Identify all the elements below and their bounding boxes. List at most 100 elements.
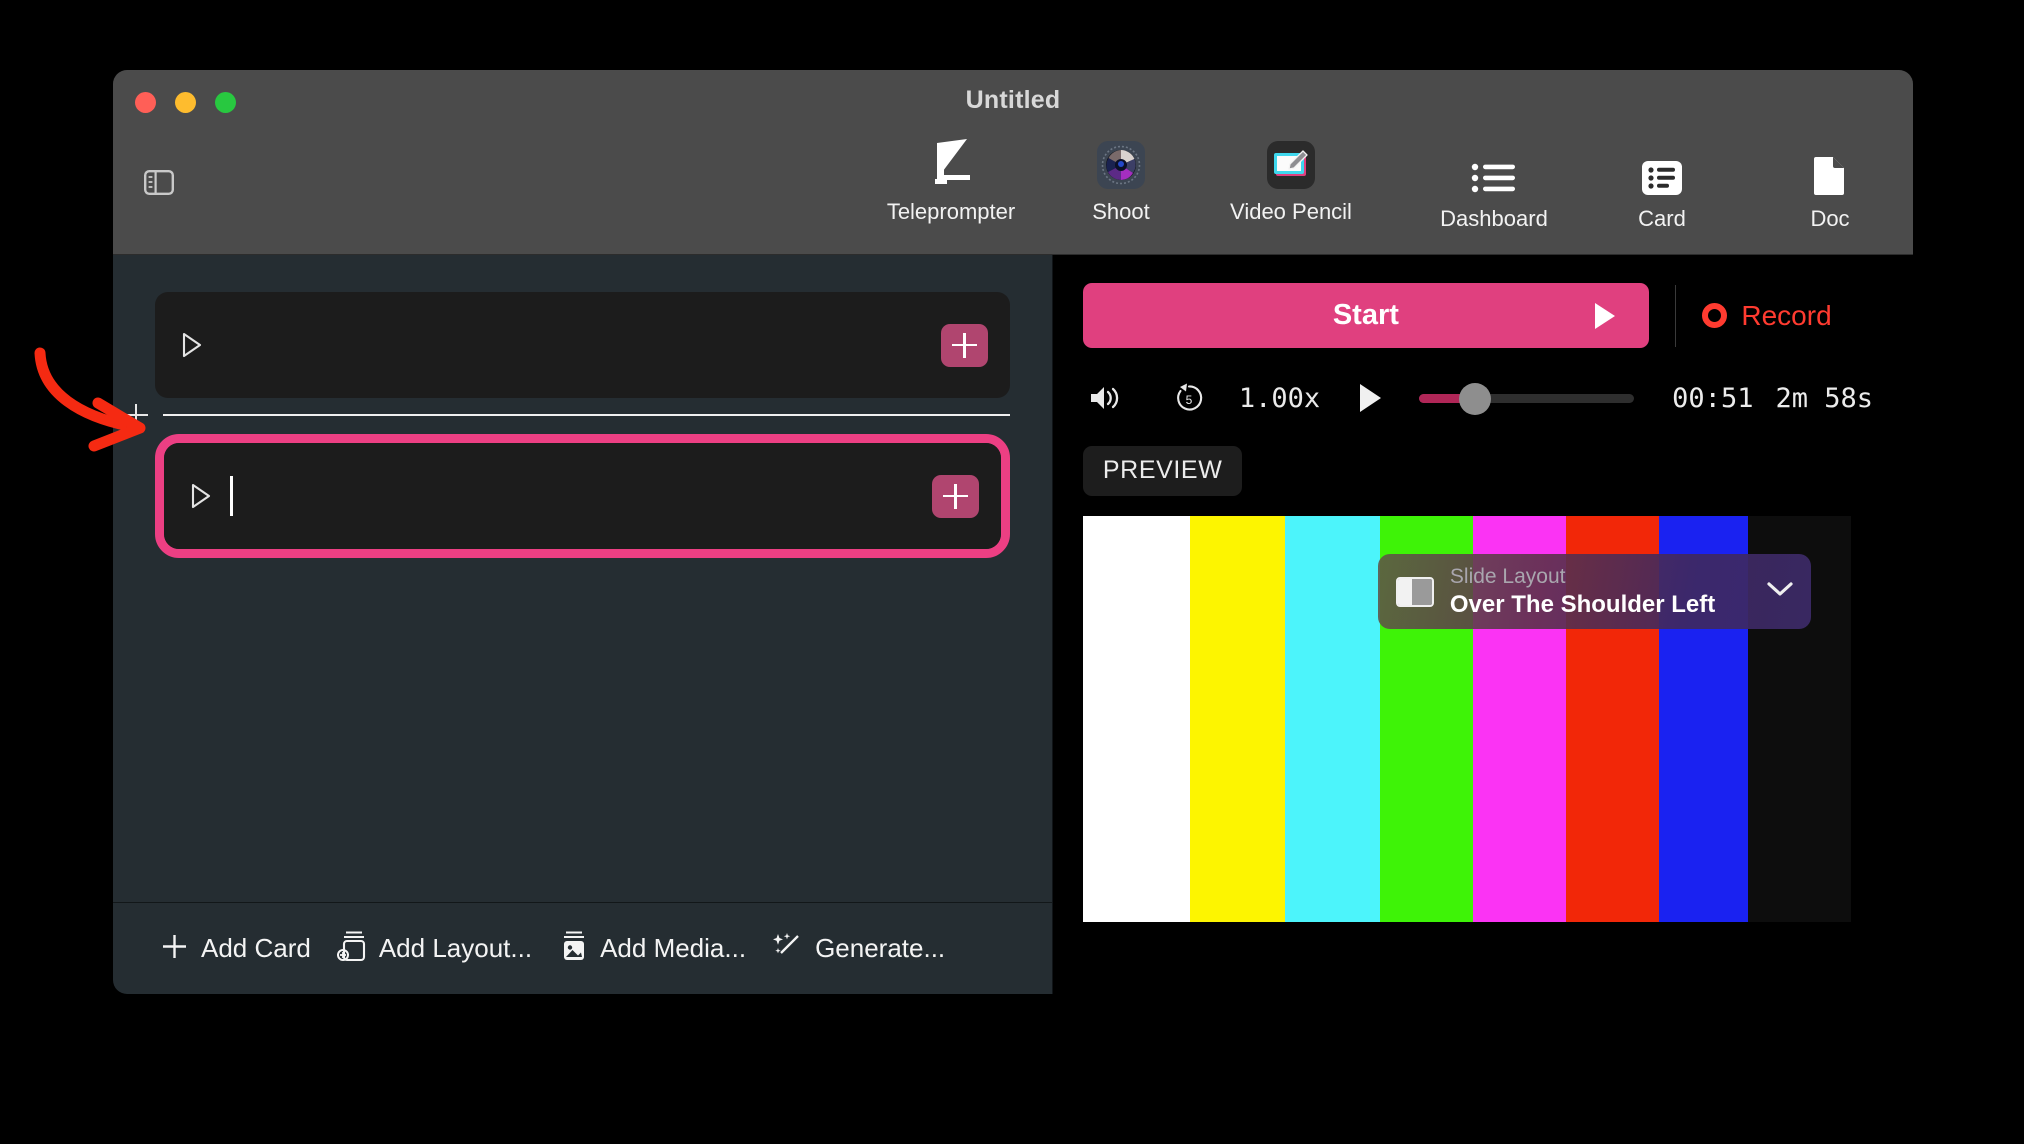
script-card-text[interactable] (221, 321, 941, 369)
record-dot-icon (1702, 303, 1728, 328)
toolbar-right-group: Dashboard Card Doc (1431, 142, 1893, 232)
script-card-text-input[interactable] (230, 472, 932, 520)
teleprompter-glyph (935, 139, 970, 184)
color-bar-yellow (1189, 516, 1285, 922)
record-button-label: Record (1741, 299, 1832, 331)
start-button-label: Start (1332, 299, 1399, 331)
desktop-background: Untitled Teleprompter Shoot Video Pencil… (0, 0, 2024, 1144)
script-card-selected[interactable] (164, 443, 1001, 549)
add-media-glyph (564, 931, 585, 960)
insert-divider-line (163, 413, 1010, 417)
toolbar-item-label: Card (1638, 206, 1686, 231)
camera-lens-icon (1097, 135, 1145, 189)
speaker-wave-glyph (1090, 387, 1119, 409)
card-add-button[interactable] (931, 474, 979, 518)
script-actions-bar: Add Card Add Layout... Add Media... Gene… (113, 902, 1052, 994)
time-elapsed-label: 00:51 (1672, 382, 1754, 414)
sparkle-wand-glyph (773, 933, 799, 954)
teleprompter-icon (923, 135, 979, 189)
add-layout-label: Add Layout... (378, 933, 533, 963)
app-window: Untitled Teleprompter Shoot Video Pencil… (113, 70, 1913, 994)
text-caret (230, 476, 233, 516)
add-card-label: Add Card (201, 933, 311, 963)
toolbar-item-card[interactable]: Card (1599, 142, 1725, 232)
add-media-icon (558, 930, 587, 967)
toolbar-item-label: Teleprompter (886, 199, 1016, 224)
generate-label: Generate... (815, 933, 946, 963)
window-titlebar: Untitled Teleprompter Shoot Video Pencil… (113, 70, 1913, 255)
slide-layout-texts: Slide Layout Over The Shoulder Left (1450, 565, 1757, 619)
add-layout-button[interactable]: Add Layout... (336, 930, 533, 967)
play-outline-icon[interactable] (181, 332, 203, 358)
toolbar-item-dashboard[interactable]: Dashboard (1431, 142, 1557, 232)
toolbar-item-label: Dashboard (1440, 206, 1548, 231)
speaker-wave-icon[interactable] (1089, 383, 1125, 413)
record-button[interactable]: Record (1702, 299, 1832, 332)
toolbar-item-video-pencil[interactable]: Video Pencil (1228, 135, 1354, 225)
layout-thumb-left (1397, 578, 1413, 605)
rewind-5-icon[interactable]: 5 (1173, 382, 1205, 414)
color-bar-white (1082, 516, 1190, 922)
toolbar-item-label: Shoot (1092, 199, 1150, 224)
document-icon (1813, 142, 1847, 196)
card-insert-row (121, 398, 1010, 432)
play-outline-icon[interactable] (190, 483, 212, 509)
chevron-down-icon[interactable] (1765, 579, 1795, 604)
video-pencil-glyph (1274, 150, 1308, 176)
toolbar-item-doc[interactable]: Doc (1767, 142, 1893, 232)
add-layout-glyph (336, 931, 365, 962)
start-button[interactable]: Start (1082, 283, 1649, 348)
playback-speed-label[interactable]: 1.00x (1239, 383, 1320, 414)
toolbar-divider (1674, 284, 1677, 347)
window-body: Add Card Add Layout... Add Media... Gene… (113, 255, 1913, 994)
insert-card-plus-button[interactable] (121, 400, 151, 430)
toolbar-item-label: Video Pencil (1230, 199, 1352, 224)
time-total-label: 2m 58s (1775, 382, 1873, 414)
add-media-label: Add Media... (600, 933, 747, 963)
preview-panel: Start Record 5 1.00x 00:51 2m 58s PREVIE… (1052, 255, 1913, 994)
document-glyph (1814, 157, 1844, 195)
add-card-button[interactable]: Add Card (161, 933, 311, 965)
toolbar-item-teleprompter[interactable]: Teleprompter (886, 135, 1016, 225)
play-triangle-icon (1594, 302, 1615, 329)
slide-layout-selector[interactable]: Slide Layout Over The Shoulder Left (1377, 554, 1811, 629)
slide-layout-kicker: Slide Layout (1449, 564, 1566, 588)
layout-thumb-right (1412, 578, 1432, 605)
video-pencil-icon (1267, 135, 1315, 189)
card-list-icon (1641, 142, 1683, 196)
sidebar-toggle-icon[interactable] (139, 165, 179, 199)
camera-lens-glyph (1101, 145, 1141, 185)
plus-glyph (163, 934, 186, 958)
script-panel: Add Card Add Layout... Add Media... Gene… (113, 255, 1053, 994)
rewind-5-glyph: 5 (1176, 383, 1203, 411)
card-add-button[interactable] (940, 323, 988, 367)
svg-text:5: 5 (1186, 393, 1193, 407)
preview-stage[interactable]: Slide Layout Over The Shoulder Left (1082, 516, 1851, 922)
play-outline-glyph (182, 332, 202, 358)
card-list (113, 255, 1052, 902)
add-layout-icon (336, 930, 366, 967)
toolbar-item-label: Doc (1810, 206, 1850, 231)
chevron-down-glyph (1767, 582, 1793, 596)
playback-scrubber[interactable] (1419, 382, 1635, 415)
start-record-row: Start Record (1082, 283, 1873, 348)
script-card[interactable] (155, 292, 1010, 398)
bulleted-list-icon (1471, 142, 1517, 196)
camera-lens-tile (1097, 141, 1145, 189)
sparkle-wand-icon (772, 931, 802, 966)
toolbar-left-group: Teleprompter Shoot Video Pencil (886, 135, 1354, 225)
toolbar-item-shoot[interactable]: Shoot (1058, 135, 1184, 225)
window-title: Untitled (965, 86, 1061, 114)
play-triangle-icon[interactable] (1360, 384, 1382, 412)
preview-badge: PREVIEW (1082, 446, 1243, 496)
selected-card-highlight (155, 434, 1010, 558)
card-list-glyph (1642, 161, 1682, 195)
color-bar-cyan (1284, 516, 1380, 922)
bulleted-list-glyph (1471, 163, 1515, 193)
generate-button[interactable]: Generate... (772, 931, 945, 966)
add-media-button[interactable]: Add Media... (558, 930, 746, 967)
sidebar-toggle-glyph (144, 169, 174, 195)
scrubber-handle[interactable] (1459, 382, 1492, 415)
video-pencil-tile (1267, 141, 1315, 189)
slide-layout-value: Over The Shoulder Left (1449, 590, 1716, 618)
